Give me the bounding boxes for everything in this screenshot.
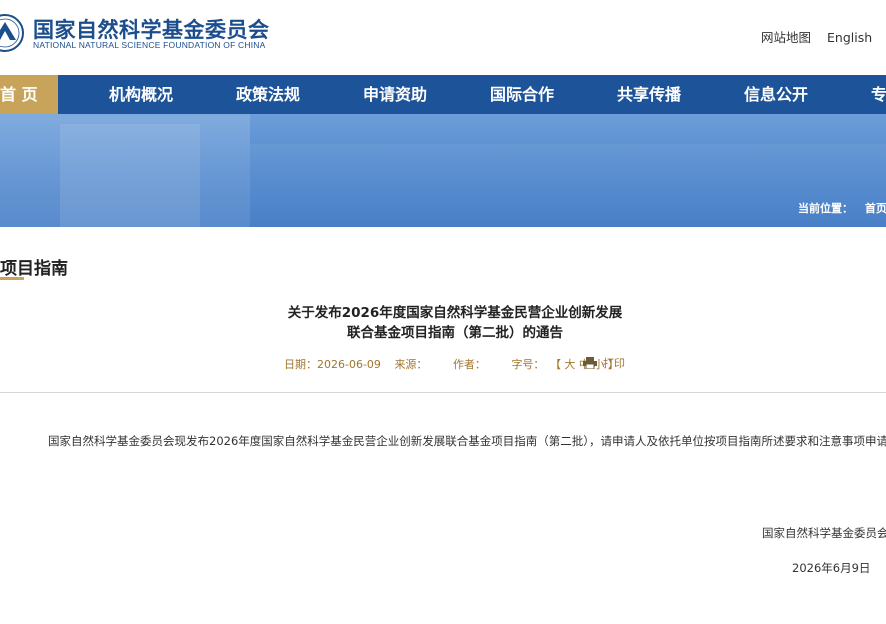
nav-item-funding[interactable]: 申请资助: [363, 75, 427, 114]
nav-item-international[interactable]: 国际合作: [490, 75, 554, 114]
banner-building-shape: [60, 124, 200, 227]
print-label: 打印: [603, 357, 625, 370]
sitemap-link[interactable]: 网站地图: [761, 27, 811, 46]
article-title-line1: 关于发布2026年度国家自然科学基金民营企业创新发展: [287, 305, 623, 321]
meta-font-size-label: 字号：: [511, 358, 545, 371]
nav-item-label: 首 页: [0, 85, 38, 104]
nav-item-disclosure[interactable]: 信息公开: [744, 75, 808, 114]
breadcrumb-home-link[interactable]: 首页: [865, 202, 886, 215]
printer-icon: [583, 357, 597, 369]
english-link[interactable]: English: [827, 30, 872, 45]
section-title: 项目指南: [0, 259, 68, 279]
article-signature: 国家自然科学基金委员会: [762, 526, 886, 540]
meta-author: 作者：: [452, 358, 486, 371]
nav-item-sharing[interactable]: 共享传播: [617, 75, 681, 114]
page-banner: 当前位置： 首页: [0, 114, 886, 227]
meta-source: 来源：: [394, 358, 428, 371]
nsfc-logo-icon[interactable]: [0, 10, 24, 56]
section-underline: [0, 277, 24, 280]
article-sign-date: 2026年6月9日: [792, 561, 871, 575]
site-header: 国家自然科学基金委员会 NATIONAL NATURAL SCIENCE FOU…: [0, 0, 886, 75]
divider: [0, 392, 886, 393]
nav-item-special[interactable]: 专: [871, 75, 886, 114]
article-body: 国家自然科学基金委员会现发布2026年度国家自然科学基金民营企业创新发展联合基金…: [48, 434, 886, 448]
print-button[interactable]: 打印: [583, 355, 625, 371]
breadcrumb: 当前位置： 首页: [798, 200, 886, 216]
nav-item-about[interactable]: 机构概况: [109, 75, 173, 114]
top-links: 网站地图 English 无: [761, 27, 886, 46]
article-meta: 日期：2026-06-09 来源： 作者： 字号： 【 大 中 小 】: [284, 356, 629, 372]
meta-date: 日期：2026-06-09: [284, 358, 381, 371]
banner-building-shape: [250, 144, 886, 227]
breadcrumb-label: 当前位置：: [798, 202, 853, 215]
nav-item-policy[interactable]: 政策法规: [236, 75, 300, 114]
article-title-line2: 联合基金项目指南（第二批）的通告: [347, 325, 563, 341]
logo-title-en[interactable]: NATIONAL NATURAL SCIENCE FOUNDATION OF C…: [33, 40, 266, 50]
nav-item-home[interactable]: 首 页: [0, 75, 58, 114]
main-nav: 首 页 机构概况 政策法规 申请资助 国际合作 共享传播 信息公开 专: [0, 75, 886, 114]
